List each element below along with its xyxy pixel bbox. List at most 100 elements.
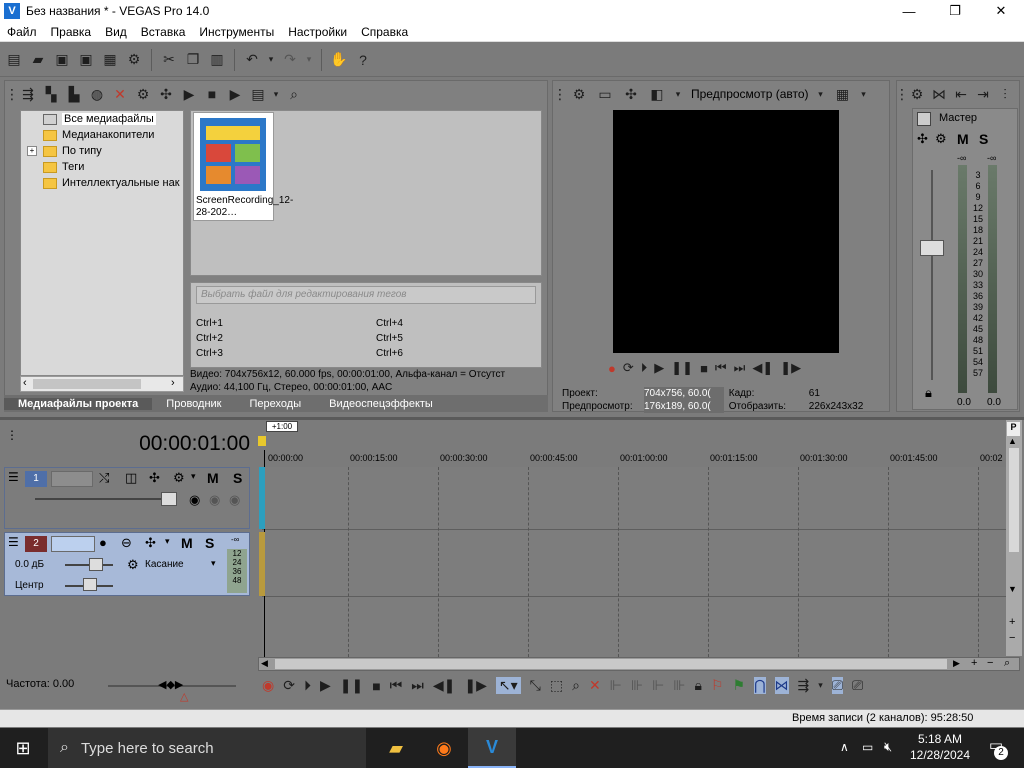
scroll-thumb[interactable] bbox=[1009, 448, 1019, 552]
cut-icon[interactable]: ✂ bbox=[159, 49, 179, 71]
master-insert-fx-icon[interactable]: ✣ bbox=[917, 131, 928, 147]
tree-item-smart-bins[interactable]: Интеллектуальные нак bbox=[21, 175, 183, 191]
track-fx-gear-icon[interactable]: ⚙ bbox=[173, 470, 185, 486]
playhead-marker[interactable] bbox=[258, 436, 266, 446]
redo-dropdown-icon[interactable]: ▾ bbox=[304, 49, 314, 71]
ignore-grouping-icon[interactable]: ⎚ bbox=[852, 677, 863, 694]
preview-quality-dropdown[interactable]: Предпросмотр (авто) bbox=[691, 87, 809, 101]
zoom-tool-icon[interactable]: ⌕ bbox=[572, 677, 580, 694]
file-explorer-icon[interactable]: ▰ bbox=[372, 728, 420, 768]
lock-envelopes-icon[interactable]: ⎚ bbox=[831, 677, 844, 694]
scroll-thumb[interactable] bbox=[275, 659, 947, 669]
automation-dropdown-icon[interactable]: ▾ bbox=[211, 558, 216, 569]
play-from-start-icon[interactable]: ⏵ bbox=[641, 360, 648, 376]
automation-mode[interactable]: Касание bbox=[145, 559, 184, 570]
panel-splitter[interactable] bbox=[0, 417, 1024, 420]
split-icon[interactable]: ⊪ bbox=[631, 677, 643, 694]
video-clip[interactable] bbox=[259, 467, 265, 529]
insert-marker-icon[interactable]: ⚐ bbox=[711, 677, 724, 694]
web-icon[interactable]: ◍ bbox=[87, 83, 107, 105]
search-icon[interactable]: ⌕ bbox=[284, 83, 304, 105]
ripple-dropdown-icon[interactable]: ▾ bbox=[818, 680, 823, 691]
stop-icon[interactable]: ■ bbox=[700, 361, 708, 376]
close-button[interactable]: ✕ bbox=[978, 0, 1024, 22]
shortcut-ctrl3[interactable]: Ctrl+3 bbox=[196, 348, 223, 359]
prev-frame-icon[interactable]: ◀❚ bbox=[752, 360, 773, 376]
pause-icon[interactable]: ❚❚ bbox=[671, 360, 693, 376]
scroll-left-icon[interactable]: ‹ bbox=[23, 377, 27, 389]
bypass-motion-blur-icon[interactable]: ◫ bbox=[125, 470, 137, 486]
undo-dropdown-icon[interactable]: ▾ bbox=[266, 49, 276, 71]
track-motion-icon[interactable]: ⤭ bbox=[99, 470, 109, 486]
downmix-icon[interactable]: ⋈ bbox=[929, 83, 949, 105]
menu-help[interactable]: Справка bbox=[354, 25, 415, 39]
menu-insert[interactable]: Вставка bbox=[134, 25, 193, 39]
scroll-right-icon[interactable]: ▶ bbox=[953, 658, 960, 669]
firefox-icon[interactable]: ◉ bbox=[420, 728, 468, 768]
split-screen-icon[interactable]: ✣ bbox=[621, 83, 641, 105]
level-slider-handle[interactable] bbox=[161, 492, 177, 506]
timeline-vertical-scrollbar[interactable]: P ▲ ▼ + − bbox=[1006, 420, 1022, 656]
zoom-in-icon[interactable]: + bbox=[971, 657, 977, 669]
loop-icon[interactable]: ⟳ bbox=[623, 360, 634, 376]
track-collapse-icon[interactable]: ☰ bbox=[8, 535, 19, 549]
shortcut-ctrl2[interactable]: Ctrl+2 bbox=[196, 333, 223, 344]
fx-dropdown-icon[interactable]: ▾ bbox=[165, 536, 170, 547]
track-collapse-icon[interactable]: ☰ bbox=[8, 470, 19, 484]
shortcut-ctrl4[interactable]: Ctrl+4 bbox=[376, 318, 403, 329]
redo-icon[interactable]: ↷ bbox=[280, 49, 300, 71]
envelope-tool-icon[interactable]: ⤡ bbox=[530, 677, 541, 694]
tag-filter-input[interactable]: Выбрать файл для редактирования тегов bbox=[196, 286, 536, 304]
new-file-icon[interactable]: ▤ bbox=[4, 49, 24, 71]
next-frame-icon[interactable]: ❚▶ bbox=[464, 677, 487, 694]
record-icon[interactable]: ◉ bbox=[262, 677, 274, 694]
overlays-grid-icon[interactable]: ▦ bbox=[833, 83, 853, 105]
normal-edit-tool-icon[interactable]: ↖▾ bbox=[495, 677, 521, 694]
master-solo-button[interactable]: S bbox=[979, 131, 988, 147]
go-to-start-icon[interactable]: ⏮ bbox=[715, 360, 727, 376]
remove-media-icon[interactable]: ✕ bbox=[110, 83, 130, 105]
scroll-left-icon[interactable]: ◀ bbox=[261, 658, 268, 669]
zoom-in-icon[interactable]: + bbox=[1009, 616, 1015, 628]
menu-options[interactable]: Настройки bbox=[281, 25, 354, 39]
make-compositing-child-icon[interactable]: ◉ bbox=[229, 492, 240, 508]
selection-tool-icon[interactable]: ⬚ bbox=[550, 677, 563, 694]
snapping-magnet-icon[interactable]: ⋂ bbox=[754, 677, 766, 694]
track-name-field[interactable] bbox=[51, 471, 93, 487]
track2-solo-button[interactable]: S bbox=[205, 535, 214, 551]
compositing-mode-icon[interactable]: ✣ bbox=[149, 470, 160, 486]
stop-icon[interactable]: ■ bbox=[202, 83, 222, 105]
zoom-out-icon[interactable]: − bbox=[1009, 632, 1015, 644]
lock-icon[interactable]: 🔒︎ bbox=[694, 677, 701, 694]
master-fader-track[interactable] bbox=[920, 170, 944, 380]
menu-view[interactable]: Вид bbox=[98, 25, 134, 39]
save-icon[interactable]: ▣ bbox=[52, 49, 72, 71]
audio-track-lane[interactable] bbox=[262, 531, 1006, 597]
loop-region-marker[interactable]: +1:00 bbox=[266, 421, 298, 432]
split-view-icon[interactable]: ◧ bbox=[647, 83, 667, 105]
menu-file[interactable]: Файл bbox=[0, 25, 44, 39]
track-fx-icon[interactable]: ✣ bbox=[145, 535, 156, 551]
arm-record-icon[interactable]: ● bbox=[99, 535, 107, 550]
scroll-right-icon[interactable]: › bbox=[171, 377, 175, 389]
scroll-thumb[interactable] bbox=[33, 379, 141, 389]
get-media-icon[interactable]: ▙ bbox=[64, 83, 84, 105]
volume-slider-handle[interactable] bbox=[89, 558, 103, 571]
loop-playback-icon[interactable]: ⟳ bbox=[283, 677, 295, 694]
video-track-header[interactable]: ☰ 1 ⤭ ◫ ✣ ⚙ ▾ M S ◉ ◉ ◉ bbox=[4, 467, 250, 529]
network-icon[interactable]: ▭ bbox=[862, 740, 873, 754]
master-fader-handle[interactable] bbox=[920, 240, 944, 256]
track1-mute-button[interactable]: M bbox=[207, 470, 219, 486]
tab-project-media[interactable]: Медиафайлы проекта bbox=[4, 397, 153, 410]
views-dropdown-icon[interactable]: ▾ bbox=[271, 83, 281, 105]
tab-transitions[interactable]: Переходы bbox=[236, 398, 316, 410]
shortcut-ctrl1[interactable]: Ctrl+1 bbox=[196, 318, 223, 329]
shortcut-ctrl5[interactable]: Ctrl+5 bbox=[376, 333, 403, 344]
invert-phase-icon[interactable]: ⊖ bbox=[121, 535, 132, 551]
views-icon[interactable]: ▤ bbox=[248, 83, 268, 105]
capture-video-icon[interactable]: ▚ bbox=[41, 83, 61, 105]
scroll-down-icon[interactable]: ▼ bbox=[1008, 584, 1017, 594]
audio-clip[interactable] bbox=[259, 532, 265, 596]
media-generator-icon[interactable]: ✣ bbox=[156, 83, 176, 105]
parent-compositing-icon[interactable]: ◉ bbox=[189, 492, 200, 508]
